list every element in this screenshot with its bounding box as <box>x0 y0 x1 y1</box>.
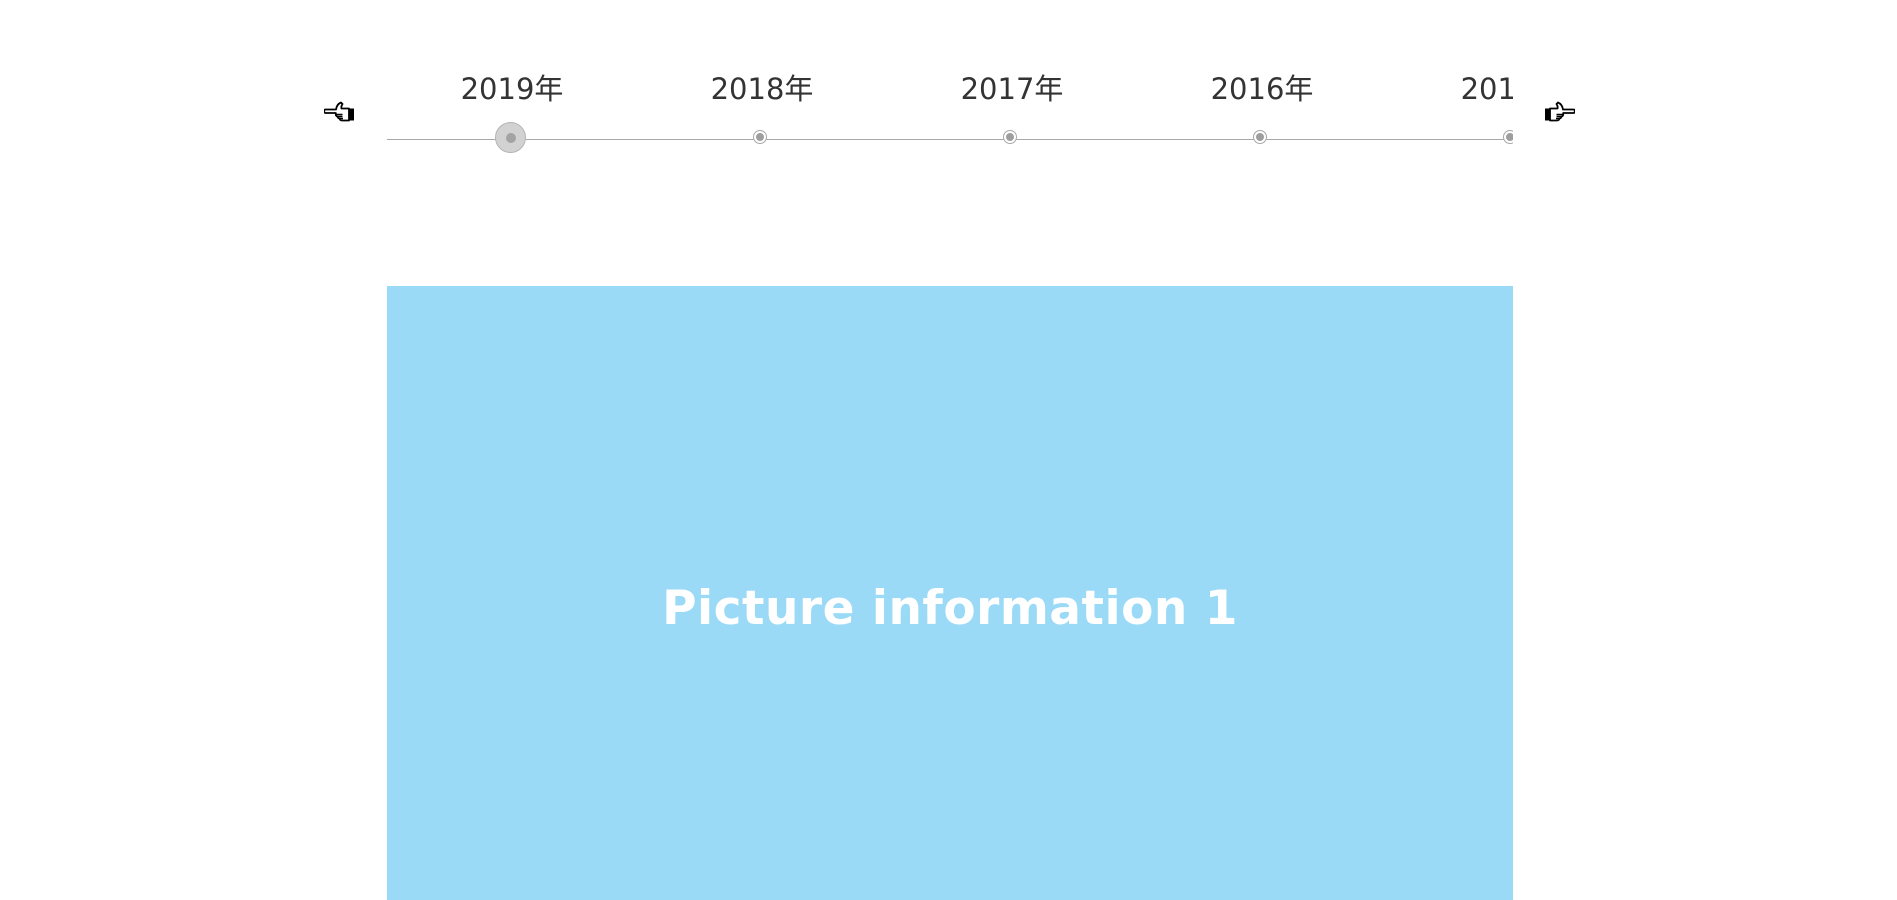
timeline-year-item[interactable]: 2018年 <box>637 50 887 160</box>
timeline-dot[interactable] <box>1503 130 1513 144</box>
timeline-year-label: 2016年 <box>1210 72 1314 106</box>
slide-image-panel: Picture information 1 <box>387 286 1513 900</box>
timeline-year-item[interactable]: 2015年 <box>1387 50 1513 160</box>
timeline-dot[interactable] <box>753 130 767 144</box>
timeline-year-item[interactable]: 2016年 <box>1137 50 1387 160</box>
timeline-track: 2019年 2018年 2017年 2016年 2015年 <box>387 50 1513 160</box>
timeline-page: 2019年 2018年 2017年 2016年 2015年 Picture inform… <box>0 0 1897 900</box>
timeline-year-label: 2018年 <box>710 72 814 106</box>
hand-pointing-right-icon <box>1543 100 1575 128</box>
timeline-year-label: 2015年 <box>1460 72 1513 106</box>
timeline-next-button[interactable] <box>1541 98 1577 130</box>
slide-caption: Picture information 1 <box>662 580 1238 636</box>
timeline-year-item[interactable]: 2019年 <box>387 50 637 160</box>
timeline-prev-button[interactable] <box>322 98 358 130</box>
timeline-year-label: 2019年 <box>460 72 564 106</box>
timeline-year-label: 2017年 <box>960 72 1064 106</box>
timeline-dot[interactable] <box>1003 130 1017 144</box>
timeline-active-dot[interactable] <box>495 122 526 153</box>
timeline-year-item[interactable]: 2017年 <box>887 50 1137 160</box>
timeline-dot[interactable] <box>1253 130 1267 144</box>
hand-pointing-left-icon <box>324 100 356 128</box>
timeline-year-selector: 2019年 2018年 2017年 2016年 2015年 <box>387 50 1513 160</box>
